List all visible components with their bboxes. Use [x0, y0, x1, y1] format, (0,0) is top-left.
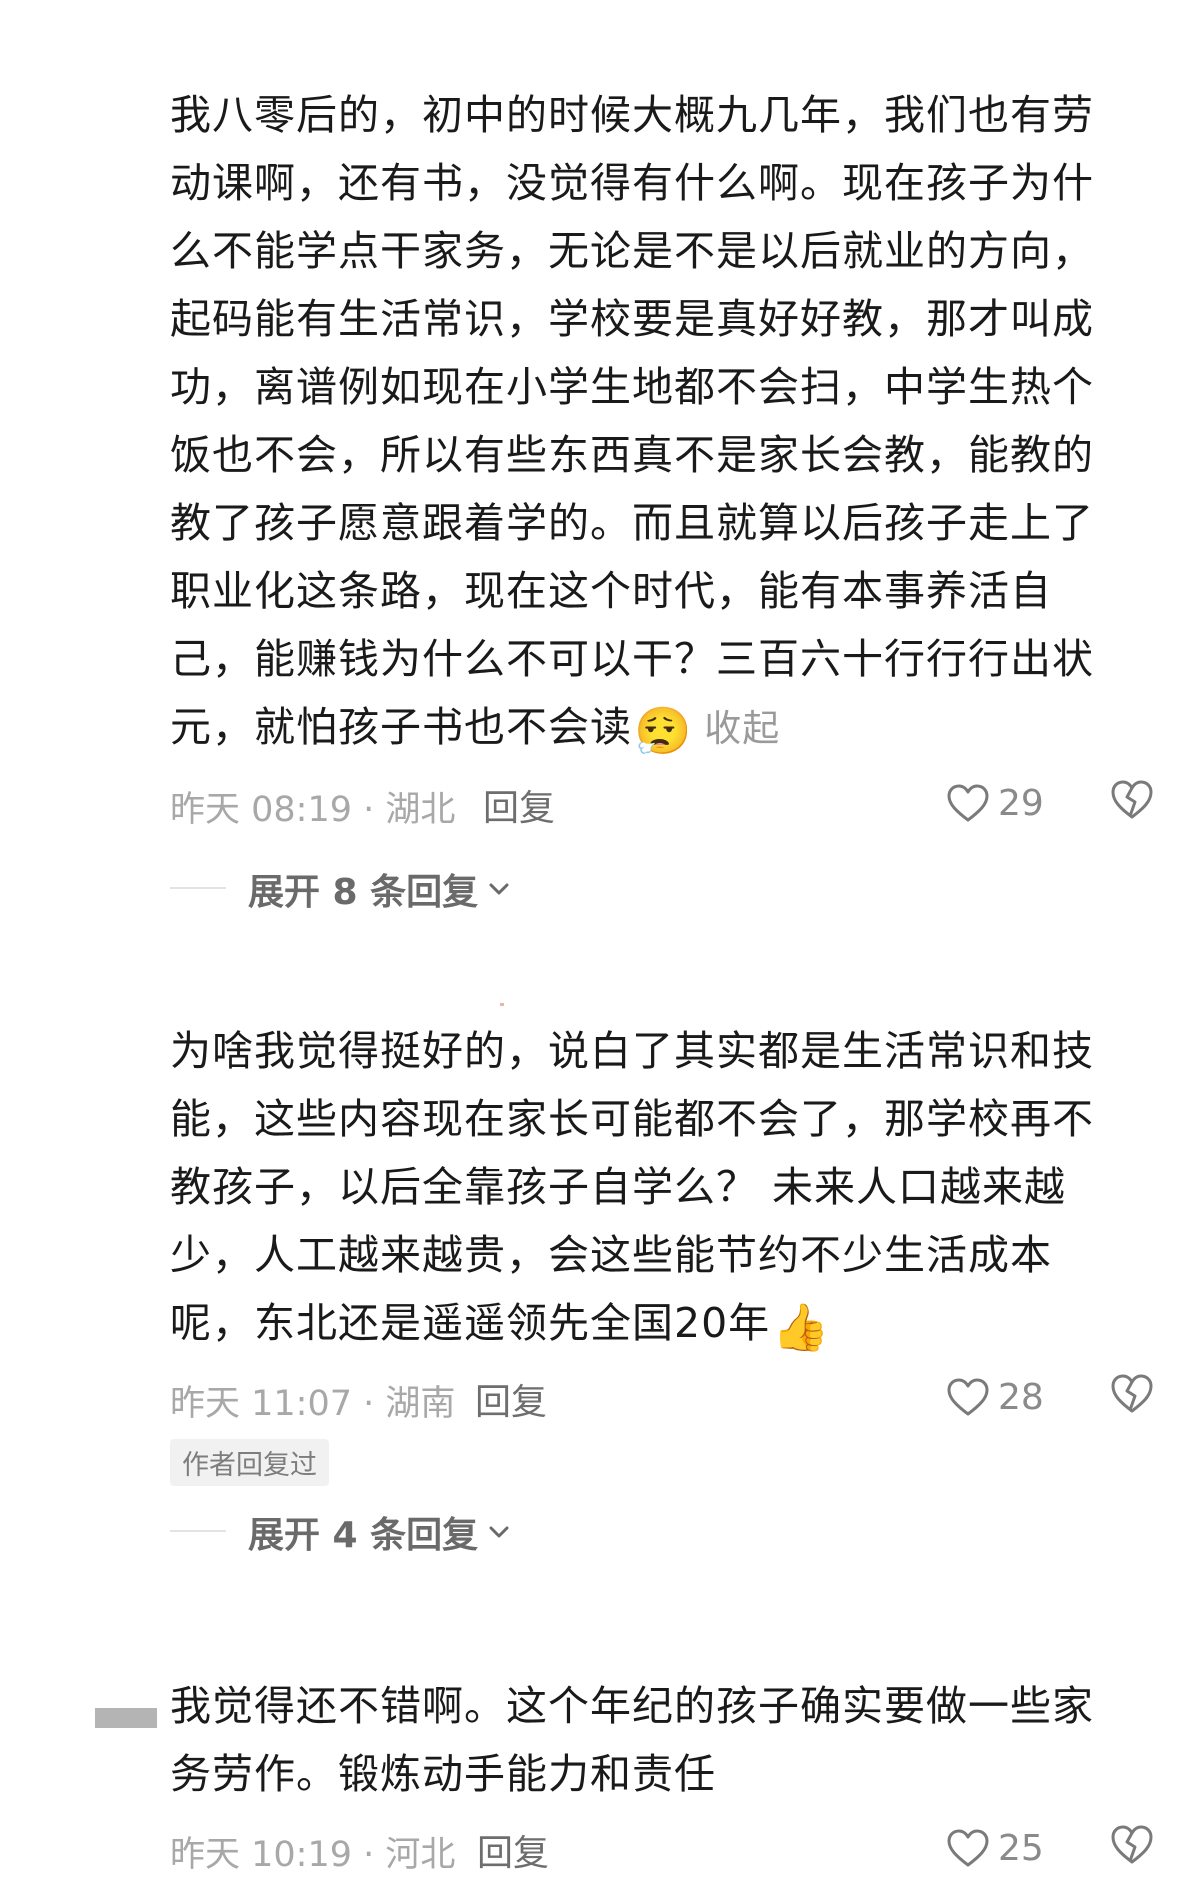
comment-time-location: 昨天 11:07 · 湖南: [170, 1384, 456, 1424]
sigh-face-icon: 😮‍💨: [634, 704, 693, 758]
author-replied-badge: 作者回复过: [170, 1439, 329, 1486]
chevron-down-icon: [488, 1525, 510, 1539]
divider: [170, 887, 226, 889]
comment-body[interactable]: 为啥我觉得挺好的，说白了其实都是生活常识和技能，这些内容现在家长可能都不会了，那…: [170, 1017, 1130, 1357]
comment-text: 我八零后的，初中的时候大概九几年，我们也有劳动课啊，还有书，没觉得有什么啊。现在…: [170, 91, 1094, 751]
comment-3: 我觉得还不错啊。这个年纪的孩子确实要做一些家务劳作。锻炼动手能力和责任 昨天 1…: [170, 1672, 1153, 1882]
chevron-down-icon: [488, 882, 510, 896]
comment-body[interactable]: 我觉得还不错啊。这个年纪的孩子确实要做一些家务劳作。锻炼动手能力和责任: [170, 1672, 1130, 1808]
reply-button[interactable]: 回复: [483, 779, 555, 831]
thumbs-up-icon: 👍: [772, 1300, 831, 1354]
broken-heart-icon[interactable]: [1110, 1373, 1154, 1415]
like-button[interactable]: 29: [946, 775, 1044, 831]
heart-outline-icon: [946, 783, 990, 823]
avatar[interactable]: [95, 1708, 157, 1728]
comment-text: 我觉得还不错啊。这个年纪的孩子确实要做一些家务劳作。锻炼动手能力和责任: [170, 1682, 1094, 1798]
comment-2: 为啥我觉得挺好的，说白了其实都是生活常识和技能，这些内容现在家长可能都不会了，那…: [170, 1017, 1153, 1560]
expand-replies-label: 展开 4 条回复: [248, 1515, 479, 1556]
expand-replies-row: 展开 8 条回复: [170, 857, 1130, 917]
comment-time-location: 昨天 08:19 · 湖北: [170, 790, 456, 830]
expand-replies-button[interactable]: 展开 8 条回复: [248, 863, 510, 915]
collapse-link[interactable]: 收起: [704, 707, 780, 750]
speck: [500, 1003, 504, 1006]
like-count: 25: [998, 1827, 1044, 1869]
like-count: 29: [998, 782, 1044, 824]
comment-meta: 昨天 10:19 · 河北 回复 25: [170, 1814, 1153, 1882]
like-count: 28: [998, 1376, 1044, 1418]
reply-button[interactable]: 回复: [477, 1824, 549, 1876]
divider: [170, 1530, 226, 1532]
comment-1: 我八零后的，初中的时候大概九几年，我们也有劳动课啊，还有书，没觉得有什么啊。现在…: [170, 81, 1153, 917]
like-button[interactable]: 28: [946, 1369, 1044, 1425]
expand-replies-label: 展开 8 条回复: [248, 872, 479, 913]
comment-text: 为啥我觉得挺好的，说白了其实都是生活常识和技能，这些内容现在家长可能都不会了，那…: [170, 1027, 1094, 1347]
reply-button[interactable]: 回复: [475, 1373, 547, 1425]
comment-meta: 昨天 11:07 · 湖南 回复 28: [170, 1363, 1153, 1431]
heart-outline-icon: [946, 1828, 990, 1868]
heart-outline-icon: [946, 1377, 990, 1417]
comment-meta: 昨天 08:19 · 湖北 回复 29: [170, 769, 1153, 837]
comment-time-location: 昨天 10:19 · 河北: [170, 1835, 456, 1875]
comment-body[interactable]: 我八零后的，初中的时候大概九几年，我们也有劳动课啊，还有书，没觉得有什么啊。现在…: [170, 81, 1130, 763]
expand-replies-row: 展开 4 条回复: [170, 1500, 1130, 1560]
expand-replies-button[interactable]: 展开 4 条回复: [248, 1506, 510, 1558]
broken-heart-icon[interactable]: [1110, 779, 1154, 821]
broken-heart-icon[interactable]: [1110, 1824, 1154, 1866]
like-button[interactable]: 25: [946, 1820, 1044, 1876]
